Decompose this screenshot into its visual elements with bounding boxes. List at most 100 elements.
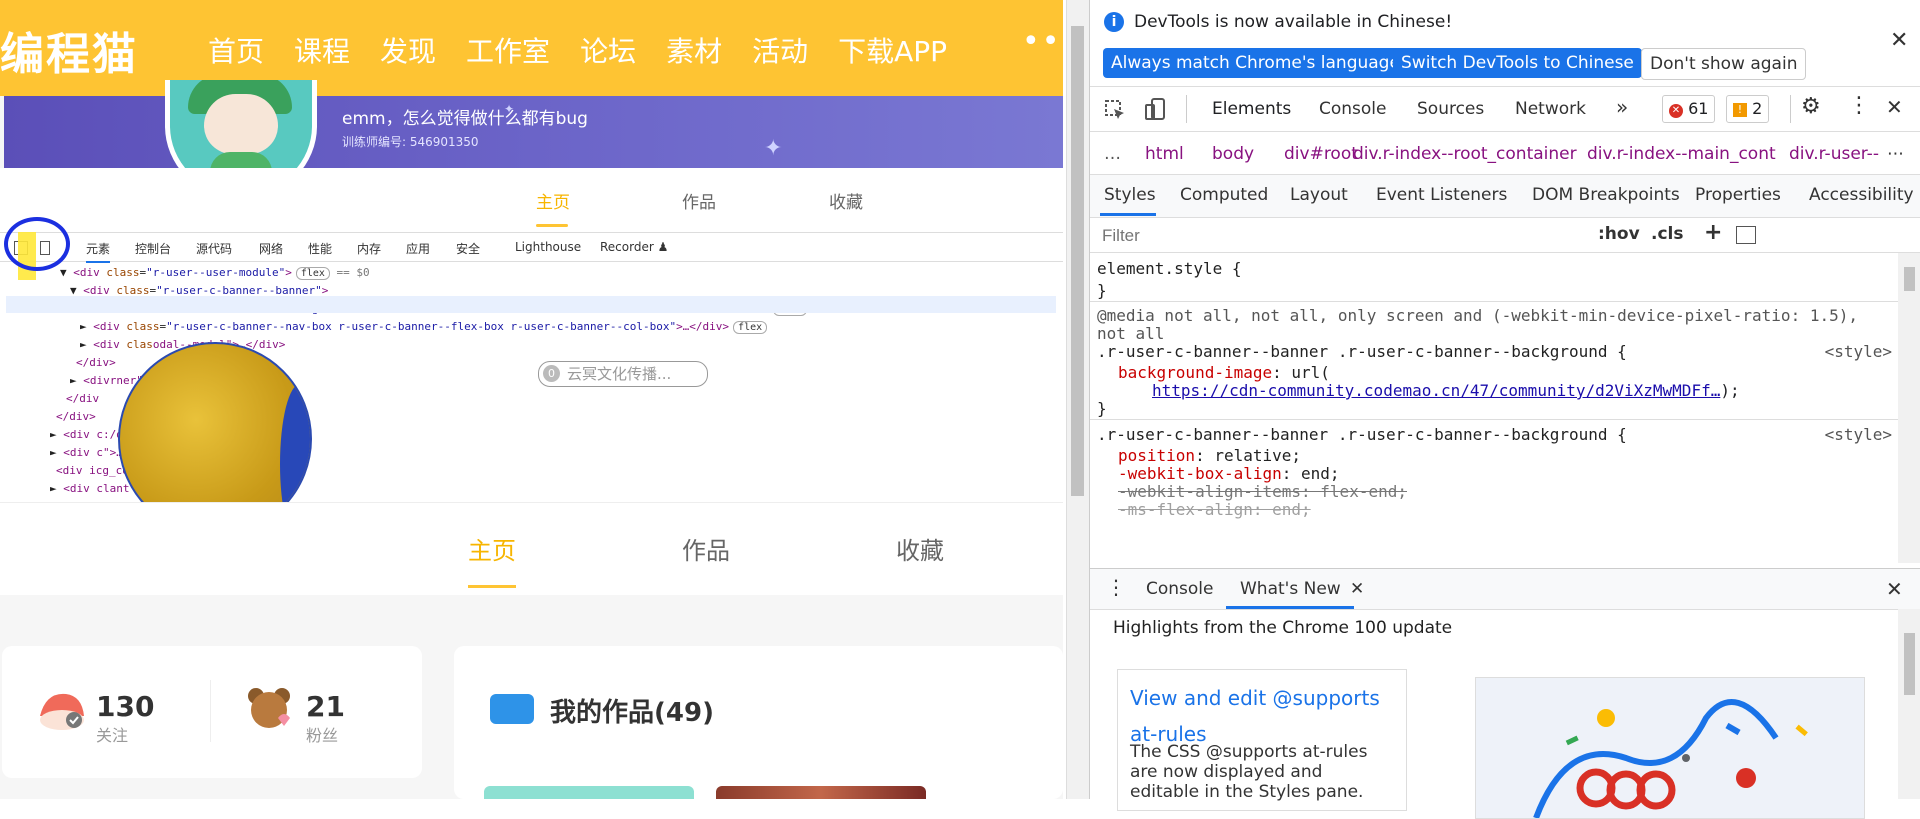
close-drawer-icon[interactable]: ✕ bbox=[1886, 577, 1903, 601]
tab-home[interactable]: 主页 bbox=[468, 531, 516, 566]
drawer-toolbar: ⋮ Console What's New ✕ ✕ bbox=[1090, 568, 1920, 610]
embedded-tab-network[interactable]: 网络 bbox=[259, 240, 283, 257]
nav-forum[interactable]: 论坛 bbox=[580, 30, 636, 70]
breadcrumb-main-cont[interactable]: div.r-index--main_cont bbox=[1587, 144, 1776, 164]
embedded-tab-application[interactable]: 应用 bbox=[406, 240, 430, 257]
nav-studio[interactable]: 工作室 bbox=[466, 30, 550, 70]
close-icon[interactable]: ✕ bbox=[1890, 28, 1908, 53]
embedded-tab-lighthouse[interactable]: Lighthouse bbox=[515, 240, 581, 254]
nav-materials[interactable]: 素材 bbox=[666, 30, 722, 70]
breadcrumb-user[interactable]: div.r-user-- bbox=[1789, 144, 1879, 164]
css-declaration-overridden[interactable]: -webkit-align-items: flex-end; bbox=[1118, 482, 1407, 501]
close-whats-new-icon[interactable]: ✕ bbox=[1350, 579, 1364, 599]
new-rule-plus-icon[interactable]: + bbox=[1704, 220, 1722, 245]
tab-elements[interactable]: Elements bbox=[1212, 99, 1291, 119]
drawer-scrollbar[interactable] bbox=[1898, 609, 1920, 799]
always-match-language-button[interactable]: Always match Chrome's language bbox=[1103, 48, 1408, 78]
tab-favorites[interactable]: 收藏 bbox=[896, 531, 944, 566]
nav-home[interactable]: 首页 bbox=[208, 30, 264, 70]
embedded-tab-security[interactable]: 安全 bbox=[456, 240, 480, 257]
dom-tree-node[interactable]: </div> bbox=[56, 410, 96, 423]
site-logo[interactable]: 编程猫 bbox=[0, 18, 138, 82]
css-declaration[interactable]: background-image: url( bbox=[1118, 363, 1330, 382]
more-tabs-chevron-icon[interactable]: » bbox=[1616, 95, 1628, 119]
nav-courses[interactable]: 课程 bbox=[294, 30, 350, 70]
styles-scrollbar[interactable] bbox=[1898, 253, 1920, 563]
flex-badge[interactable]: flex bbox=[295, 267, 330, 280]
more-menu-icon[interactable]: ••• bbox=[1022, 24, 1063, 59]
embedded-tab-console[interactable]: 控制台 bbox=[135, 240, 171, 257]
css-url[interactable]: https://cdn-community.codemao.cn/47/comm… bbox=[1152, 381, 1740, 400]
fans-count[interactable]: 21 bbox=[306, 690, 345, 723]
embedded-tab-performance[interactable]: 性能 bbox=[308, 240, 332, 257]
dom-tree-node[interactable]: </div> bbox=[76, 356, 116, 369]
subtab-accessibility[interactable]: Accessibility bbox=[1809, 185, 1914, 205]
inspect-element-icon[interactable] bbox=[1104, 99, 1126, 121]
rule-selector[interactable]: .r-user-c-banner--banner .r-user-c-banne… bbox=[1097, 425, 1627, 444]
flex-badge[interactable]: flex bbox=[733, 321, 768, 334]
work-thumbnail[interactable] bbox=[484, 786, 694, 799]
breadcrumb-overflow[interactable]: … bbox=[1104, 144, 1121, 164]
tab-sources[interactable]: Sources bbox=[1417, 99, 1484, 119]
breadcrumb-more-icon[interactable]: ⋯ bbox=[1887, 144, 1904, 164]
nav-download-app[interactable]: 下载APP bbox=[838, 30, 947, 70]
element-style-rule[interactable]: element.style { bbox=[1097, 259, 1242, 278]
hover-state-toggle[interactable]: :hov bbox=[1598, 224, 1640, 244]
rule-source-link[interactable]: <style> bbox=[1825, 342, 1892, 361]
warnings-counter[interactable]: ! 2 bbox=[1726, 95, 1770, 123]
dom-tree-node[interactable]: </div bbox=[66, 392, 99, 405]
switch-to-chinese-button[interactable]: Switch DevTools to Chinese bbox=[1393, 48, 1642, 78]
dom-tree-node[interactable]: ► <div class="r-user-c-banner--nav-box r… bbox=[80, 320, 768, 334]
tab-console[interactable]: Console bbox=[1319, 99, 1387, 119]
subtab-properties[interactable]: Properties bbox=[1695, 185, 1781, 205]
drawer-menu-icon[interactable]: ⋮ bbox=[1106, 575, 1126, 599]
toggle-sidebar-icon[interactable] bbox=[1736, 226, 1756, 244]
breadcrumb-html[interactable]: html bbox=[1145, 144, 1184, 164]
tab-network[interactable]: Network bbox=[1515, 99, 1586, 119]
kebab-menu-icon[interactable]: ⋮ bbox=[1848, 93, 1870, 118]
subtab-layout[interactable]: Layout bbox=[1290, 185, 1348, 205]
styles-scrollbar-thumb[interactable] bbox=[1904, 267, 1915, 291]
errors-counter[interactable]: ✕ 61 bbox=[1662, 95, 1716, 123]
class-toggle[interactable]: .cls bbox=[1651, 224, 1683, 244]
nav-discover[interactable]: 发现 bbox=[380, 30, 436, 70]
tab-home-small[interactable]: 主页 bbox=[536, 188, 570, 213]
styles-filter-input[interactable] bbox=[1100, 225, 1574, 247]
whats-new-card[interactable]: View and edit @supports at-rules The CSS… bbox=[1117, 669, 1407, 811]
rule-selector[interactable]: .r-user-c-banner--banner .r-user-c-banne… bbox=[1097, 342, 1627, 361]
subtab-event-listeners[interactable]: Event Listeners bbox=[1376, 185, 1507, 205]
css-declaration-overridden[interactable]: -ms-flex-align: end; bbox=[1118, 500, 1311, 519]
embedded-tab-elements[interactable]: 元素 bbox=[86, 240, 111, 263]
subtab-computed[interactable]: Computed bbox=[1180, 185, 1268, 205]
embedded-tab-sources[interactable]: 源代码 bbox=[196, 240, 232, 257]
breadcrumb-body[interactable]: body bbox=[1212, 144, 1254, 164]
tab-works-small[interactable]: 作品 bbox=[682, 188, 716, 213]
follow-pill[interactable]: 0 云冥文化传播... bbox=[538, 361, 708, 387]
subtab-dom-breakpoints[interactable]: DOM Breakpoints bbox=[1532, 185, 1680, 205]
drawer-tab-console[interactable]: Console bbox=[1146, 579, 1214, 599]
settings-gear-icon[interactable]: ⚙ bbox=[1801, 94, 1821, 119]
embedded-tab-recorder[interactable]: Recorder ♟ bbox=[600, 240, 668, 254]
page-scrollbar-thumb[interactable] bbox=[1071, 26, 1084, 496]
close-devtools-icon[interactable]: ✕ bbox=[1886, 95, 1903, 119]
css-declaration[interactable]: position: relative; bbox=[1118, 446, 1301, 465]
breadcrumb-root[interactable]: div#root bbox=[1284, 144, 1358, 164]
embedded-tab-memory[interactable]: 内存 bbox=[357, 240, 381, 257]
subtab-styles[interactable]: Styles bbox=[1104, 185, 1156, 205]
drawer-scrollbar-thumb[interactable] bbox=[1904, 633, 1915, 695]
dom-tree-node[interactable]: ▼ <div class="r-user--user-module"> flex … bbox=[60, 266, 370, 280]
work-thumbnail[interactable] bbox=[716, 786, 926, 799]
device-toolbar-icon[interactable] bbox=[1144, 97, 1166, 123]
dom-tree-token: <div cla bbox=[63, 482, 117, 495]
following-count[interactable]: 130 bbox=[96, 690, 154, 723]
tab-favorites-small[interactable]: 收藏 bbox=[829, 188, 863, 213]
nav-activities[interactable]: 活动 bbox=[752, 30, 808, 70]
tab-works[interactable]: 作品 bbox=[682, 531, 730, 566]
page-scrollbar[interactable] bbox=[1066, 0, 1089, 799]
dont-show-again-button[interactable]: Don't show again bbox=[1641, 48, 1807, 80]
breadcrumb-root-container[interactable]: div.r-index--root_container bbox=[1353, 144, 1577, 164]
drawer-tab-whats-new[interactable]: What's New bbox=[1240, 579, 1341, 599]
rule-source-link[interactable]: <style> bbox=[1825, 425, 1892, 444]
background-image-link[interactable]: https://cdn-community.codemao.cn/47/comm… bbox=[1152, 381, 1720, 400]
css-declaration[interactable]: -webkit-box-align: end; bbox=[1118, 464, 1340, 483]
